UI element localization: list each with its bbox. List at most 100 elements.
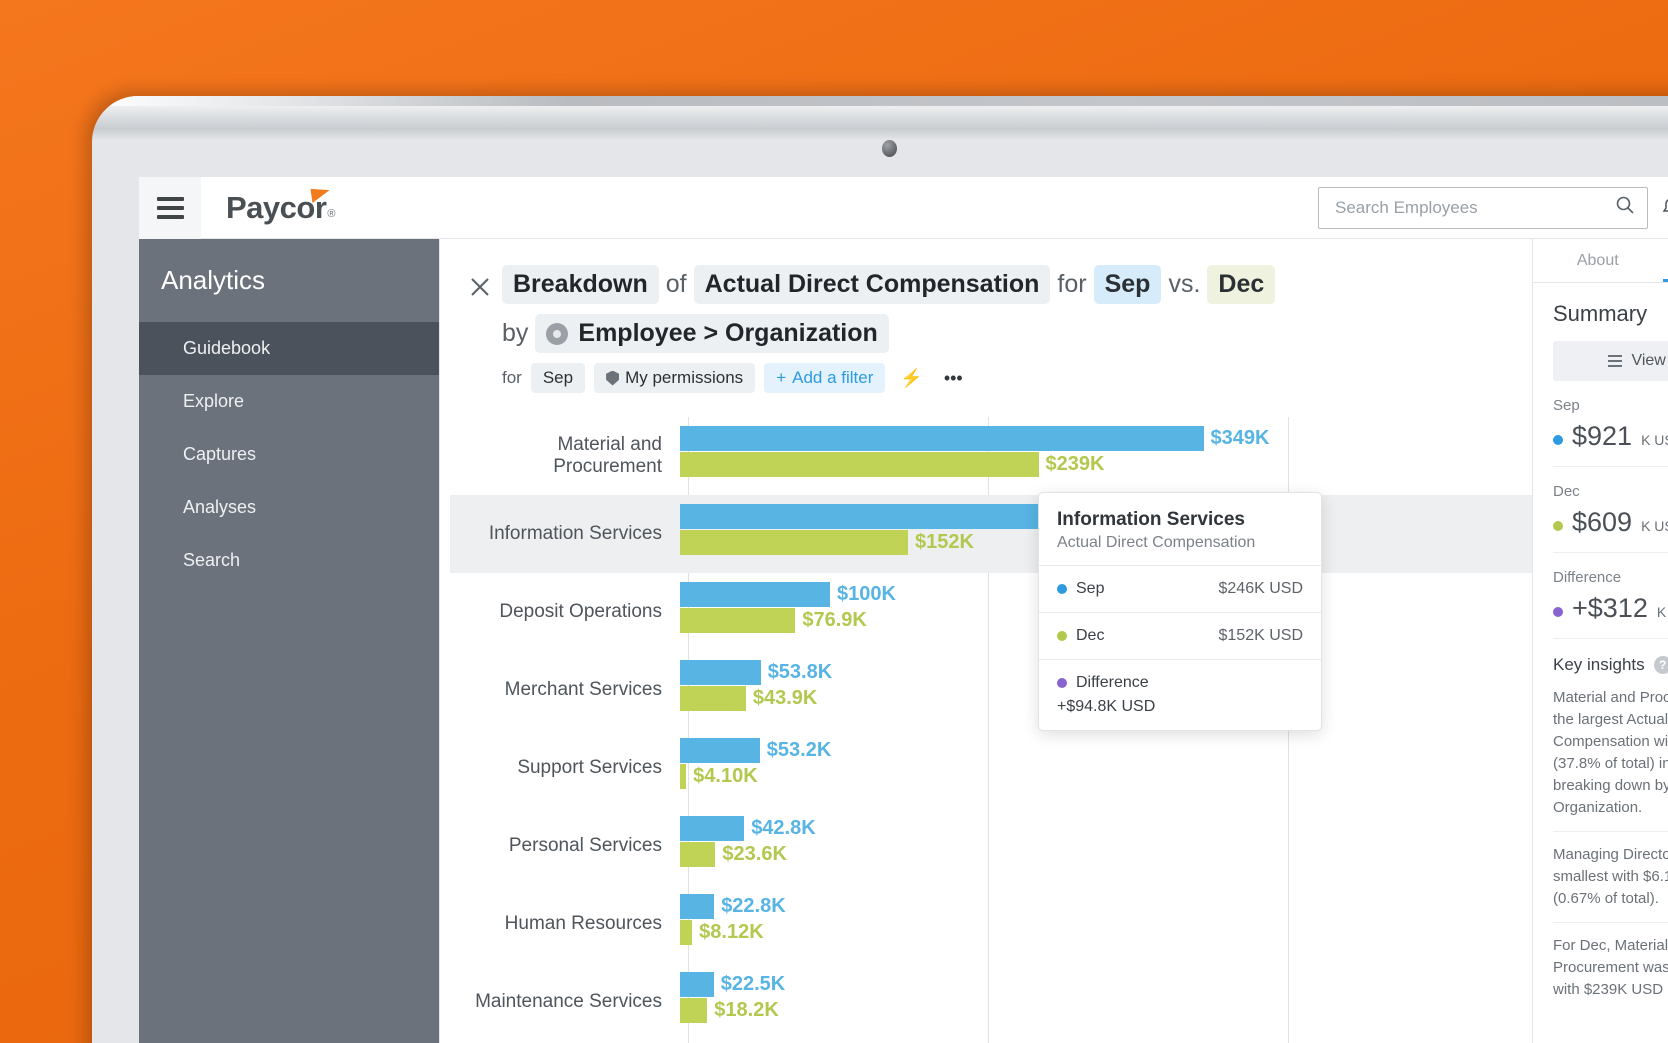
chart-bar-group: $349K $239K [680, 425, 1532, 487]
view-details-label: View details [1631, 352, 1668, 369]
tooltip-row-label: Dec [1076, 627, 1105, 644]
bar-value-label: $4.10K [693, 764, 758, 787]
add-filter-button[interactable]: + Add a filter [764, 363, 886, 393]
bar-rect [680, 763, 687, 789]
chart-row[interactable]: Personal Services $42.8K $23.6K [450, 807, 1532, 885]
chart-category-label: Support Services [517, 757, 662, 778]
metric-label: Dec [1553, 483, 1580, 500]
sidebar-item-explore[interactable]: Explore [139, 375, 439, 428]
metric-value-group: $921 K USD [1553, 421, 1668, 452]
metric-value: +$312 [1572, 593, 1648, 623]
summary-title: Summary [1553, 301, 1648, 326]
chart-row[interactable]: Human Resources $22.8K $8.12K [450, 885, 1532, 963]
bar-value-label: $22.8K [721, 894, 786, 917]
metric-value-group: $609 K USD [1553, 507, 1668, 538]
help-icon[interactable]: ? [1653, 656, 1668, 674]
more-options-icon[interactable]: ••• [938, 364, 969, 393]
chart-bar-dec[interactable]: $4.10K [680, 763, 1532, 789]
query-chip-dimension[interactable]: Employee > Organization [535, 314, 889, 353]
chart-bar-dec[interactable]: $23.6K [680, 841, 1532, 867]
chart-bar-dec[interactable]: $239K [680, 451, 1532, 477]
bar-rect [680, 893, 715, 919]
key-insights-header: Key insights ? [1553, 639, 1668, 687]
view-details-button[interactable]: View details [1553, 341, 1668, 381]
chart-bar-group: $53.2K $4.10K [680, 737, 1532, 799]
tab-insights[interactable]: Insights [1662, 239, 1668, 282]
notifications-bell-icon[interactable]: 3 [1648, 177, 1668, 239]
sidebar-item-analyses[interactable]: Analyses [139, 481, 439, 534]
search-input[interactable] [1335, 197, 1615, 218]
insight-text: Material and Procurement had the largest… [1553, 689, 1668, 816]
chart-bar-sep[interactable]: $22.8K [680, 893, 1532, 919]
chart-row[interactable]: Merchant Services $53.8K $43.9K [450, 651, 1532, 729]
filter-row: for Sep My permissions + Add a filter ⚡ •… [502, 363, 1532, 393]
tablet-device: Paycor ® Search Employees Analytics Guid… [92, 96, 1668, 1043]
chart-bar-sep[interactable]: $42.8K [680, 815, 1532, 841]
brand-trademark: ® [327, 207, 336, 220]
query-chip-breakdown[interactable]: Breakdown [502, 265, 659, 304]
tooltip-difference-value: +$94.8K USD [1057, 698, 1156, 715]
search-employees-box[interactable] [1318, 186, 1648, 229]
tooltip-row-label-group: Sep [1057, 580, 1104, 598]
chart-row[interactable]: Maintenance Services $22.5K $18.2K [450, 963, 1532, 1041]
query-line-2: by Employee > Organization [502, 314, 1532, 353]
tooltip-subtitle: Actual Direct Compensation [1057, 534, 1256, 551]
query-chip-period-sep[interactable]: Sep [1093, 265, 1162, 304]
list-icon [1608, 355, 1623, 367]
query-lines: Breakdown of Actual Direct Compensation … [502, 265, 1532, 393]
chart-bar-dec[interactable]: $8.12K [680, 919, 1532, 945]
device-bezel-highlight [92, 96, 1668, 106]
chart-bar-sep[interactable]: $53.2K [680, 737, 1532, 763]
sidebar-item-label: Analyses [183, 497, 257, 517]
sidebar-item-captures[interactable]: Captures [139, 428, 439, 481]
lightning-bolt-icon[interactable]: ⚡ [894, 364, 928, 393]
tooltip-difference-label: Difference [1076, 674, 1149, 691]
sidebar-item-guidebook[interactable]: Guidebook [139, 322, 439, 375]
filter-chip-period[interactable]: Sep [530, 363, 586, 393]
plus-icon: + [776, 368, 787, 387]
chart-category-label: Information Services [488, 523, 662, 544]
chart-row[interactable]: Support Services $53.2K $4.10K [450, 729, 1532, 807]
bar-value-label: $349K [1210, 426, 1270, 449]
tooltip-row-dec: Dec $152K USD [1039, 612, 1321, 659]
sidebar-item-label: Search [183, 550, 241, 570]
sidebar-item-label: Explore [183, 391, 245, 411]
bar-rect [680, 581, 830, 607]
add-filter-label: Add a filter [792, 368, 874, 387]
close-icon[interactable] [468, 265, 502, 393]
bar-value-label: $239K [1045, 452, 1105, 475]
bar-rect [680, 919, 693, 945]
filter-chip-permissions[interactable]: My permissions [594, 363, 756, 393]
chart-row[interactable]: Deposit Operations $100K $76.9K [450, 573, 1532, 651]
chart-category-label: Personal Services [508, 835, 662, 856]
query-word-for: for [1057, 270, 1087, 298]
bar-rect [680, 997, 708, 1023]
tooltip-row-label-group: Dec [1057, 627, 1104, 645]
tooltip-row-value: $152K USD [1218, 627, 1304, 644]
metric-unit: K USD [1656, 604, 1668, 620]
bar-rect [680, 503, 1049, 529]
tab-about[interactable]: About [1533, 239, 1663, 282]
chart-bar-dec[interactable]: $18.2K [680, 997, 1532, 1023]
bar-rect [680, 607, 796, 633]
analytics-sidebar: Analytics Guidebook Explore Captures Ana… [139, 239, 439, 1043]
tooltip-difference-label-group: Difference [1057, 674, 1149, 692]
chart-category-label: Human Resources [504, 913, 662, 934]
query-chip-period-dec[interactable]: Dec [1207, 265, 1276, 304]
bar-value-label: $152K [915, 530, 974, 553]
query-chip-metric[interactable]: Actual Direct Compensation [693, 265, 1051, 304]
chart-bar-sep[interactable]: $349K [680, 425, 1532, 451]
hamburger-menu-icon[interactable] [139, 177, 201, 239]
bar-rect [680, 529, 908, 555]
search-icon[interactable] [1615, 195, 1635, 220]
panel-body: Summary View details Sep $921 K USD [1533, 283, 1668, 1013]
chart-bar-sep[interactable]: $22.5K [680, 971, 1532, 997]
bar-chart: Material and Procurement $349K $239K Inform… [440, 417, 1532, 1043]
bar-rect [680, 815, 745, 841]
bar-value-label: $53.8K [767, 660, 833, 683]
chart-row[interactable]: Material and Procurement $349K $239K [450, 417, 1532, 495]
chart-row[interactable]: Information Services$246K$152K [450, 495, 1532, 573]
series-dot-sep [1057, 584, 1067, 594]
query-line-1: Breakdown of Actual Direct Compensation … [502, 265, 1532, 304]
sidebar-item-search[interactable]: Search [139, 534, 439, 587]
